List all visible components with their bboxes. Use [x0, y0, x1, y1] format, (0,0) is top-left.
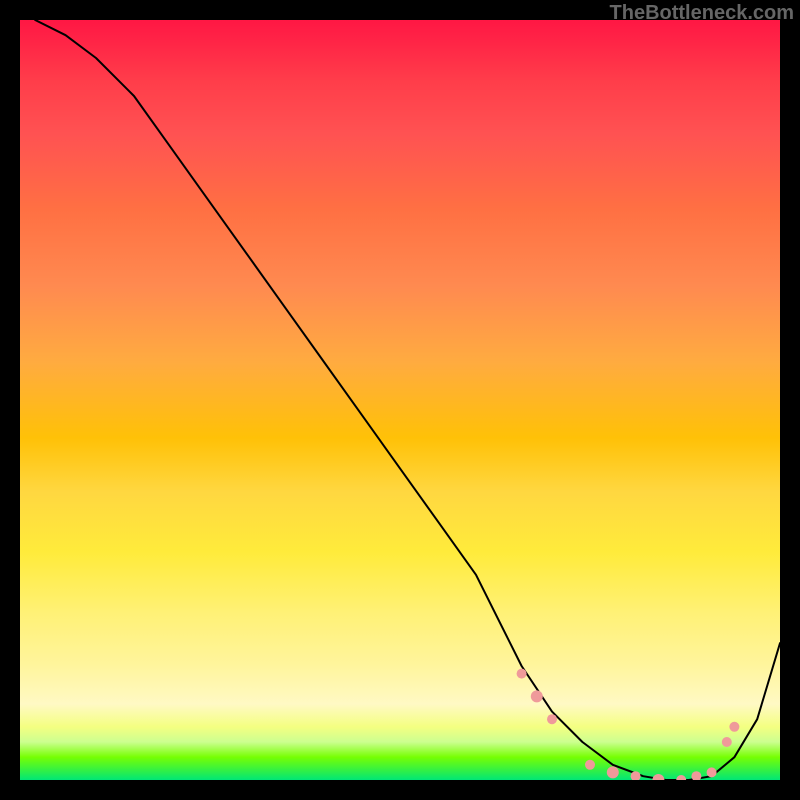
curve-group	[35, 20, 780, 780]
bottleneck-curve	[35, 20, 780, 780]
data-marker	[691, 771, 701, 780]
data-marker	[547, 714, 557, 724]
data-marker	[729, 722, 739, 732]
plot-area	[20, 20, 780, 780]
data-marker	[722, 737, 732, 747]
chart-container: TheBottleneck.com	[0, 0, 800, 800]
data-marker	[585, 760, 595, 770]
data-marker	[607, 766, 619, 778]
marker-group	[517, 669, 740, 780]
data-marker	[707, 767, 717, 777]
watermark-text: TheBottleneck.com	[610, 2, 794, 25]
data-marker	[517, 669, 527, 679]
chart-svg	[20, 20, 780, 780]
data-marker	[652, 774, 664, 780]
data-marker	[531, 690, 543, 702]
data-marker	[631, 771, 641, 780]
data-marker	[676, 775, 686, 780]
